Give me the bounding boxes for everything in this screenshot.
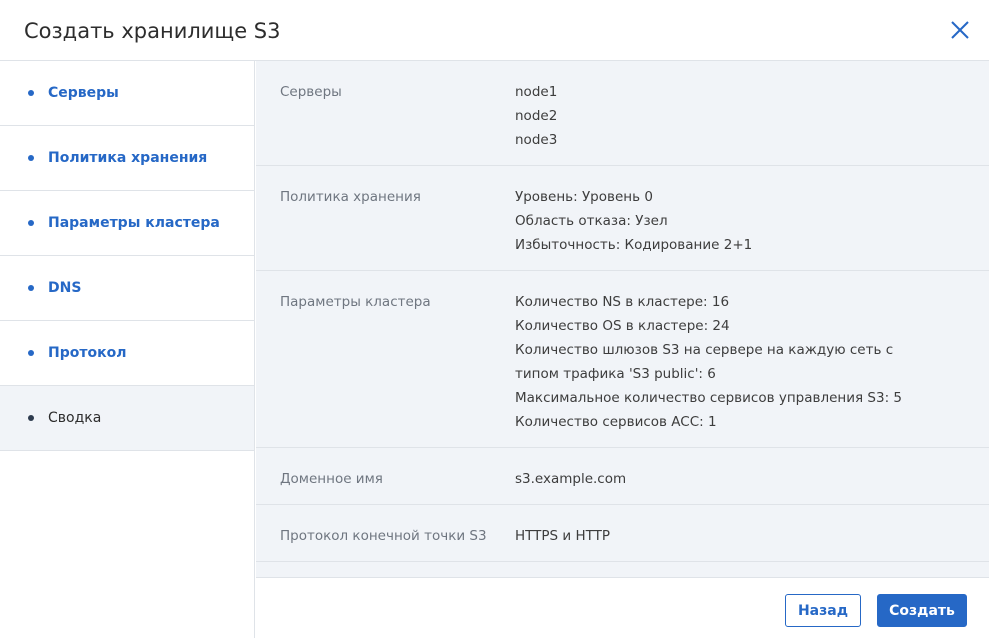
- summary-label: Серверы: [280, 84, 342, 100]
- summary-values: node1 node2 node3: [515, 80, 557, 152]
- sidebar-item-label: Сводка: [48, 410, 102, 426]
- dialog-footer: Назад Создать: [256, 577, 989, 638]
- summary-row-protocol: Протокол конечной точки S3 HTTPS и HTTP: [256, 505, 989, 562]
- sidebar-item-label: Серверы: [48, 85, 119, 101]
- dialog-title: Создать хранилище S3: [24, 19, 281, 43]
- sidebar-item-label: Политика хранения: [48, 150, 208, 166]
- sidebar-item-label: Протокол: [48, 345, 127, 361]
- cluster-param-value: Количество NS в кластере: 16: [515, 294, 730, 310]
- domain-value: s3.example.com: [515, 471, 627, 487]
- close-icon[interactable]: [949, 19, 971, 41]
- summary-values: Количество NS в кластере: 16 Количество …: [515, 290, 935, 434]
- summary-label: Протокол конечной точки S3: [280, 528, 487, 544]
- sidebar-item-summary[interactable]: Сводка: [0, 386, 254, 451]
- sidebar-item-protocol[interactable]: Протокол: [0, 321, 254, 386]
- summary-label: Параметры кластера: [280, 294, 431, 310]
- sidebar-item-servers[interactable]: Серверы: [0, 61, 254, 126]
- sidebar-item-storage-policy[interactable]: Политика хранения: [0, 126, 254, 191]
- summary-values: HTTPS и HTTP: [515, 524, 610, 548]
- server-value: node2: [515, 108, 558, 124]
- dialog-header: Создать хранилище S3: [0, 0, 989, 61]
- step-dot-icon: [28, 350, 34, 356]
- summary-values: s3.example.com: [515, 467, 626, 491]
- summary-label: Политика хранения: [280, 189, 421, 205]
- policy-value: Уровень: Уровень 0: [515, 189, 653, 205]
- policy-value: Избыточность: Кодирование 2+1: [515, 237, 753, 253]
- wizard-steps-sidebar: Серверы Политика хранения Параметры клас…: [0, 61, 255, 638]
- back-button[interactable]: Назад: [785, 594, 861, 627]
- summary-row-servers: Серверы node1 node2 node3: [256, 61, 989, 166]
- cluster-param-value: Количество шлюзов S3 на сервере на кажду…: [515, 342, 894, 382]
- step-dot-icon: [28, 285, 34, 291]
- sidebar-item-label: Параметры кластера: [48, 215, 220, 231]
- sidebar-item-cluster-params[interactable]: Параметры кластера: [0, 191, 254, 256]
- cluster-param-value: Максимальное количество сервисов управле…: [515, 390, 902, 406]
- cluster-param-value: Количество OS в кластере: 24: [515, 318, 730, 334]
- step-dot-icon: [28, 90, 34, 96]
- protocol-value: HTTPS и HTTP: [515, 528, 611, 544]
- step-dot-icon: [28, 415, 34, 421]
- summary-panel: Серверы node1 node2 node3 Политика хране…: [256, 61, 989, 577]
- summary-row-cluster-params: Параметры кластера Количество NS в класт…: [256, 271, 989, 448]
- server-value: node1: [515, 84, 558, 100]
- sidebar-item-label: DNS: [48, 280, 82, 296]
- sidebar-item-dns[interactable]: DNS: [0, 256, 254, 321]
- summary-row-domain: Доменное имя s3.example.com: [256, 448, 989, 505]
- step-dot-icon: [28, 220, 34, 226]
- cluster-param-value: Количество сервисов ACC: 1: [515, 414, 717, 430]
- summary-row-storage-policy: Политика хранения Уровень: Уровень 0 Обл…: [256, 166, 989, 271]
- summary-values: Уровень: Уровень 0 Область отказа: Узел …: [515, 185, 752, 257]
- summary-label: Доменное имя: [280, 471, 383, 487]
- policy-value: Область отказа: Узел: [515, 213, 668, 229]
- step-dot-icon: [28, 155, 34, 161]
- create-button[interactable]: Создать: [877, 594, 967, 627]
- server-value: node3: [515, 132, 558, 148]
